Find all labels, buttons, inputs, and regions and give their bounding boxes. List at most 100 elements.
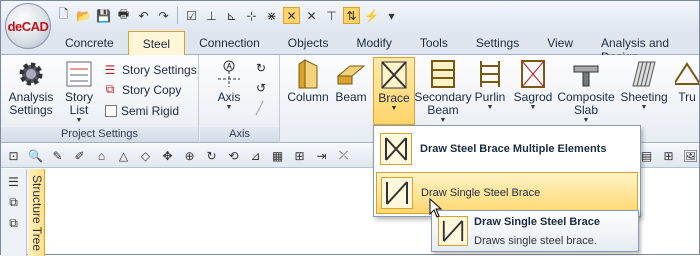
structure-tree-label: Structure Tree [30, 175, 44, 252]
layers-2-icon[interactable]: ⧉ [5, 215, 22, 232]
structure-tree-tab[interactable]: Structure Tree [28, 169, 45, 256]
new-file-icon[interactable]: 🗋 [55, 7, 72, 24]
sagrod-icon [515, 57, 551, 91]
axis-tool-icon[interactable]: ⊥ [203, 7, 220, 24]
polygon-icon[interactable]: ◇ [137, 147, 154, 164]
tooltip-title: Draw Single Steel Brace [474, 216, 600, 228]
select-icon[interactable]: ☑ [183, 7, 200, 24]
redo-icon[interactable]: ↷ [155, 7, 172, 24]
zoom-window-icon[interactable]: ⊡ [5, 147, 22, 164]
grid-icon[interactable]: ⊹ [243, 7, 260, 24]
side-toolbar: ☰ ⧉ ⧉ [1, 169, 27, 256]
checkbox-box[interactable] [105, 104, 117, 117]
project-settings-group: Analysis Settings Story List ▼ ☰ Story S… [1, 55, 199, 143]
grid-view-icon[interactable]: ⊞ [660, 147, 677, 164]
triangle-icon[interactable]: △ [115, 147, 132, 164]
brace-button[interactable]: Brace ▼ [373, 57, 415, 125]
rotate-copy-icon[interactable]: ⟲ [225, 147, 242, 164]
svg-text:A: A [227, 62, 233, 71]
column-icon [290, 57, 326, 91]
tab-concrete[interactable]: Concrete [51, 31, 128, 54]
semi-rigid-label: Semi Rigid [121, 103, 180, 118]
axis-rotate-icon[interactable]: ↻ [256, 61, 266, 75]
menu-item-draw-single-brace[interactable]: Draw Single Steel Brace [376, 172, 638, 214]
column-label: Column [287, 90, 329, 104]
layers-icon[interactable]: ⧉ [5, 194, 22, 211]
snap-4-icon[interactable]: ⊤ [323, 7, 340, 24]
app-logo-text: deCAD [7, 18, 49, 34]
composite-slab-button[interactable]: Composite Slab ▼ [557, 57, 615, 125]
story-copy-button[interactable]: ⧉ Story Copy [102, 80, 182, 99]
snap-3-icon[interactable]: ✕ [303, 7, 320, 24]
app-window: 🗋 📂 💾 🖶 ↶ ↷ ☑ ⊥ ⊾ ⊹ ⋇ ✕ ✕ ⊤ ⇅ ⚡ ▾ deCAD … [0, 0, 700, 256]
semi-rigid-checkbox[interactable]: Semi Rigid [105, 101, 179, 120]
gear-icon [13, 57, 49, 91]
snap-icon[interactable]: ⋇ [263, 7, 280, 24]
bolt-icon[interactable]: ⚡ [363, 7, 380, 24]
brace-single-icon [381, 177, 413, 209]
story-settings-icon: ☰ [104, 62, 116, 77]
sheeting-button[interactable]: Sheeting ▼ [617, 57, 671, 125]
beam-icon [333, 57, 369, 91]
axis-line-icon[interactable]: ╱ [256, 101, 263, 115]
chevron-down-icon: ▼ [439, 117, 447, 124]
chevron-down-icon: ▼ [390, 105, 398, 112]
menu-item-draw-brace-multiple[interactable]: Draw Steel Brace Multiple Elements [376, 128, 638, 170]
purlin-button[interactable]: Purlin ▼ [471, 57, 509, 125]
open-folder-icon[interactable]: 📂 [75, 7, 92, 24]
customize-dropdown[interactable]: ▾ [383, 7, 400, 24]
tab-modify[interactable]: Modify [342, 31, 405, 54]
truss-button[interactable]: Tru [675, 57, 699, 125]
mirror-icon[interactable]: ⊿ [247, 147, 264, 164]
column-button[interactable]: Column [285, 57, 331, 125]
snap-2-icon[interactable]: ✕ [283, 7, 300, 24]
move-icon[interactable]: ✥ [159, 147, 176, 164]
secondary-beam-button[interactable]: Secondary Beam ▼ [414, 57, 472, 125]
axis-group-label: Axis [200, 127, 279, 142]
tab-settings[interactable]: Settings [462, 31, 533, 54]
zoom-extents-icon[interactable]: 🔍 [27, 147, 44, 164]
story-list-label: Story List [64, 90, 93, 117]
move-copy-icon[interactable]: ⊕ [181, 147, 198, 164]
save-icon[interactable]: 💾 [95, 7, 112, 24]
tooltip: Draw Single Steel Brace Draws single ste… [431, 210, 639, 252]
tab-steel[interactable]: Steel [127, 31, 186, 55]
project-settings-group-label: Project Settings [1, 127, 198, 142]
offset-icon[interactable]: ⊞ [291, 147, 308, 164]
eyedropper-icon[interactable]: ✐ [71, 147, 88, 164]
rotate-icon[interactable]: ↻ [203, 147, 220, 164]
tab-analysis-and-design[interactable]: Analysis and Design [587, 31, 699, 64]
sheeting-icon [626, 57, 662, 91]
truss-icon [675, 57, 699, 91]
print-icon[interactable]: 🖶 [115, 7, 132, 24]
tab-tools[interactable]: Tools [406, 31, 462, 54]
axis-button[interactable]: A Axis ▼ [206, 57, 252, 125]
tab-objects[interactable]: Objects [274, 31, 343, 54]
tag-icon[interactable]: ⌂ [93, 147, 110, 164]
trim-icon[interactable]: ⤫ [335, 147, 352, 164]
secondary-beam-icon [425, 57, 461, 91]
beam-button[interactable]: Beam [333, 57, 369, 125]
separator [177, 7, 178, 24]
analysis-icon[interactable]: ⇅ [343, 7, 360, 24]
sheeting-label: Sheeting [620, 90, 668, 104]
tooltip-description: Draws single steel brace. [474, 235, 597, 247]
panel-icon[interactable]: ☰ [5, 173, 22, 190]
tab-view[interactable]: View [533, 31, 587, 54]
story-settings-button[interactable]: ☰ Story Settings [102, 60, 197, 79]
analysis-settings-button[interactable]: Analysis Settings [5, 57, 57, 125]
axis-curve-icon[interactable]: ↺ [256, 81, 266, 95]
array-icon[interactable]: ▦ [269, 147, 286, 164]
axis-tool-2-icon[interactable]: ⊾ [223, 7, 240, 24]
app-logo-button[interactable]: deCAD [5, 3, 51, 49]
story-list-button[interactable]: Story List ▼ [59, 57, 99, 125]
undo-icon[interactable]: ↶ [135, 7, 152, 24]
composite-slab-label: Composite Slab [557, 90, 615, 117]
sagrod-button[interactable]: Sagrod ▼ [511, 57, 555, 125]
pick-icon[interactable]: ✎ [49, 147, 66, 164]
chevron-down-icon: ▼ [582, 117, 590, 124]
tab-connection[interactable]: Connection [185, 31, 274, 54]
image-icon[interactable]: 🖼 [682, 147, 699, 164]
brace-label: Brace [378, 91, 410, 105]
extend-icon[interactable]: ⇥ [313, 147, 330, 164]
